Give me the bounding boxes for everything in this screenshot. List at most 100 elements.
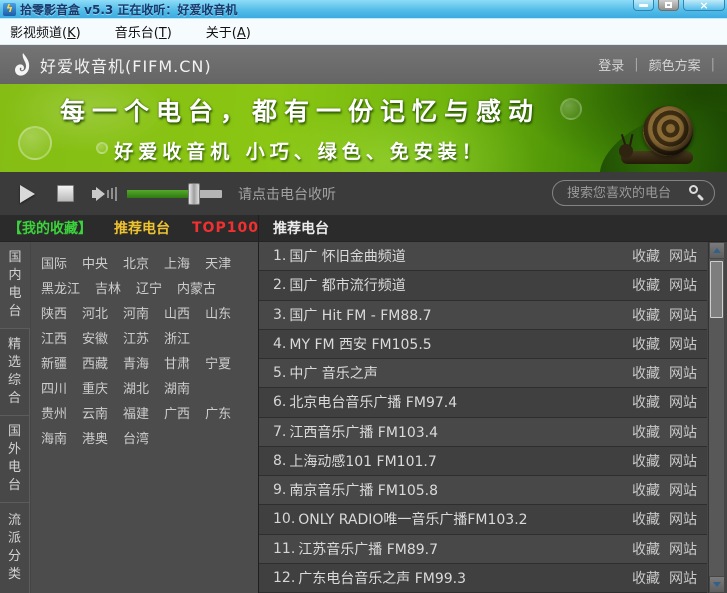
region-link[interactable]: 江西 [41, 328, 67, 347]
tab-recommended[interactable]: 推荐电台 [114, 218, 170, 238]
region-link[interactable]: 青海 [123, 353, 149, 372]
sidebar-item-featured[interactable]: 精选综合 [0, 329, 30, 416]
color-scheme-link[interactable]: 颜色方案 [649, 55, 701, 74]
menu-item-music-stations[interactable]: 音乐台(T) [115, 22, 172, 41]
close-button[interactable]: × [683, 0, 725, 11]
region-link[interactable]: 国际 [41, 253, 67, 272]
region-link[interactable]: 甘肃 [164, 353, 190, 372]
station-name[interactable]: 中广 音乐之声 [289, 363, 377, 383]
website-link[interactable]: 网站 [669, 509, 697, 529]
search-icon[interactable] [689, 185, 705, 201]
minimize-button[interactable] [633, 0, 654, 11]
region-link[interactable]: 宁夏 [205, 353, 231, 372]
region-link[interactable]: 中央 [82, 253, 108, 272]
station-row[interactable]: 6. 北京电台音乐广播 FM97.4 收藏网站 [259, 388, 707, 417]
website-link[interactable]: 网站 [669, 568, 697, 588]
station-row[interactable]: 9. 南京音乐广播 FM105.8 收藏网站 [259, 476, 707, 505]
station-row[interactable]: 3. 国广 Hit FM - FM88.7 收藏网站 [259, 301, 707, 330]
region-link[interactable]: 上海 [164, 253, 190, 272]
sidebar-item-genres[interactable]: 流派分类 [0, 503, 30, 593]
region-link[interactable]: 天津 [205, 253, 231, 272]
favorite-link[interactable]: 收藏 [632, 275, 660, 295]
maximize-button[interactable] [658, 0, 679, 11]
station-row[interactable]: 2. 国广 都市流行频道 收藏网站 [259, 271, 707, 300]
station-row[interactable]: 11. 江苏音乐广播 FM89.7 收藏网站 [259, 535, 707, 564]
website-link[interactable]: 网站 [669, 246, 697, 266]
favorite-link[interactable]: 收藏 [632, 480, 660, 500]
station-name[interactable]: 南京音乐广播 FM105.8 [289, 480, 438, 500]
website-link[interactable]: 网站 [669, 422, 697, 442]
volume-icon[interactable] [92, 187, 117, 201]
region-link[interactable]: 西藏 [82, 353, 108, 372]
region-link[interactable]: 安徽 [82, 328, 108, 347]
favorite-link[interactable]: 收藏 [632, 539, 660, 559]
station-name[interactable]: 广东电台音乐之声 FM99.3 [298, 568, 466, 588]
region-link[interactable]: 四川 [41, 378, 67, 397]
favorite-link[interactable]: 收藏 [632, 305, 660, 325]
favorite-link[interactable]: 收藏 [632, 568, 660, 588]
favorite-link[interactable]: 收藏 [632, 422, 660, 442]
volume-slider[interactable] [127, 183, 222, 205]
station-name[interactable]: 上海动感101 FM101.7 [289, 451, 436, 471]
stop-button[interactable] [57, 185, 74, 202]
station-row[interactable]: 4. MY FM 西安 FM105.5 收藏网站 [259, 330, 707, 359]
region-link[interactable]: 海南 [41, 428, 67, 447]
region-link[interactable]: 江苏 [123, 328, 149, 347]
station-row[interactable]: 8. 上海动感101 FM101.7 收藏网站 [259, 447, 707, 476]
region-link[interactable]: 云南 [82, 403, 108, 422]
scrollbar-thumb[interactable] [710, 261, 723, 318]
region-link[interactable]: 黑龙江 [41, 278, 80, 297]
website-link[interactable]: 网站 [669, 334, 697, 354]
website-link[interactable]: 网站 [669, 392, 697, 412]
region-link[interactable]: 湖北 [123, 378, 149, 397]
favorite-link[interactable]: 收藏 [632, 363, 660, 383]
region-link[interactable]: 山西 [164, 303, 190, 322]
station-name[interactable]: 江苏音乐广播 FM89.7 [298, 539, 438, 559]
website-link[interactable]: 网站 [669, 275, 697, 295]
station-row[interactable]: 12. 广东电台音乐之声 FM99.3 收藏网站 [259, 564, 707, 593]
region-link[interactable]: 贵州 [41, 403, 67, 422]
station-name[interactable]: MY FM 西安 FM105.5 [289, 334, 431, 354]
website-link[interactable]: 网站 [669, 451, 697, 471]
station-name[interactable]: ONLY RADIO唯一音乐广播FM103.2 [298, 509, 527, 529]
favorite-link[interactable]: 收藏 [632, 334, 660, 354]
region-link[interactable]: 重庆 [82, 378, 108, 397]
region-link[interactable]: 湖南 [164, 378, 190, 397]
region-link[interactable]: 广西 [164, 403, 190, 422]
region-link[interactable]: 辽宁 [136, 278, 162, 297]
region-link[interactable]: 浙江 [164, 328, 190, 347]
station-row[interactable]: 1. 国广 怀旧金曲频道 收藏网站 [259, 242, 707, 271]
region-link[interactable]: 河北 [82, 303, 108, 322]
favorite-link[interactable]: 收藏 [632, 509, 660, 529]
menu-item-video-channels[interactable]: 影视频道(K) [10, 22, 81, 41]
website-link[interactable]: 网站 [669, 305, 697, 325]
region-link[interactable]: 陕西 [41, 303, 67, 322]
scroll-up-button[interactable] [709, 242, 725, 259]
favorite-link[interactable]: 收藏 [632, 451, 660, 471]
tab-top100[interactable]: TOP100 [192, 220, 259, 236]
region-link[interactable]: 山东 [205, 303, 231, 322]
scroll-down-button[interactable] [709, 576, 725, 593]
station-row[interactable]: 7. 江西音乐广播 FM103.4 收藏网站 [259, 418, 707, 447]
region-link[interactable]: 内蒙古 [177, 278, 216, 297]
station-row[interactable]: 10. ONLY RADIO唯一音乐广播FM103.2 收藏网站 [259, 505, 707, 534]
volume-thumb[interactable] [188, 183, 200, 205]
region-link[interactable]: 新疆 [41, 353, 67, 372]
sidebar-item-domestic[interactable]: 国内电台 [0, 242, 30, 329]
station-row[interactable]: 5. 中广 音乐之声 收藏网站 [259, 359, 707, 388]
station-name[interactable]: 北京电台音乐广播 FM97.4 [289, 392, 457, 412]
station-name[interactable]: 国广 Hit FM - FM88.7 [289, 305, 431, 325]
favorite-link[interactable]: 收藏 [632, 246, 660, 266]
region-link[interactable]: 吉林 [95, 278, 121, 297]
region-link[interactable]: 福建 [123, 403, 149, 422]
menu-item-about[interactable]: 关于(A) [206, 22, 251, 41]
region-link[interactable]: 北京 [123, 253, 149, 272]
station-name[interactable]: 国广 都市流行频道 [289, 275, 405, 295]
region-link[interactable]: 河南 [123, 303, 149, 322]
list-scrollbar[interactable] [708, 242, 724, 593]
region-link[interactable]: 港奥 [82, 428, 108, 447]
play-button[interactable] [20, 185, 35, 203]
tab-my-favorites[interactable]: 【我的收藏】 [8, 218, 92, 238]
favorite-link[interactable]: 收藏 [632, 392, 660, 412]
website-link[interactable]: 网站 [669, 539, 697, 559]
